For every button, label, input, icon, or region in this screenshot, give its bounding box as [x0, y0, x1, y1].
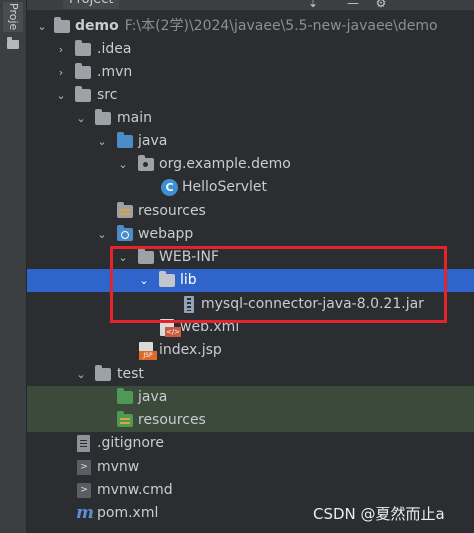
tree-item-label: WEB-INF [159, 249, 219, 265]
tree-item-label: webapp [138, 226, 194, 242]
chevron-right-icon[interactable]: › [54, 61, 68, 84]
tree-item-webinf[interactable]: ⌄ WEB-INF [27, 246, 474, 269]
tree-item-jar[interactable]: mysql-connector-java-8.0.21.jar [27, 293, 474, 316]
tree-item-resources[interactable]: resources [27, 200, 474, 223]
chevron-down-icon[interactable]: ⌄ [95, 223, 109, 246]
test-source-folder-icon [117, 388, 133, 404]
xml-file-icon [160, 319, 181, 337]
tree-item-gitignore[interactable]: .gitignore [27, 432, 474, 455]
chevron-down-icon[interactable]: ⌄ [74, 363, 88, 386]
tree-item-label: main [117, 110, 152, 126]
cmd-script-icon: > [77, 483, 91, 498]
tree-item-label: .gitignore [97, 435, 164, 451]
tree-item-label: org.example.demo [159, 156, 291, 172]
folder-icon [138, 248, 154, 264]
chevron-down-icon[interactable]: ⌄ [74, 107, 88, 130]
chevron-right-icon[interactable]: › [54, 38, 68, 61]
maven-icon: m [76, 503, 94, 523]
tree-item-label: .idea [97, 41, 132, 57]
tree-item-lib[interactable]: ⌄ lib [27, 269, 474, 292]
text-file-icon [77, 435, 90, 452]
project-folder-icon[interactable] [7, 37, 19, 49]
resources-folder-icon [117, 202, 133, 218]
tree-item-label: mysql-connector-java-8.0.21.jar [201, 296, 424, 312]
settings-gear-icon[interactable]: ⚙ [373, 0, 389, 9]
project-panel-header: Project ⇣ — ⚙ [27, 0, 474, 10]
jar-archive-icon [184, 296, 194, 313]
folder-icon [75, 86, 91, 102]
tree-item-webxml[interactable]: web.xml [27, 316, 474, 339]
tree-item-label: .mvn [97, 64, 133, 80]
chevron-down-icon[interactable]: ⌄ [95, 130, 109, 153]
tree-item-idea[interactable]: › .idea [27, 38, 474, 61]
tree-item-helloservlet[interactable]: C HelloServlet [27, 176, 474, 199]
tree-item-label: mvnw.cmd [97, 482, 173, 498]
tree-item-mvn[interactable]: › .mvn [27, 61, 474, 84]
project-tool-label: Proje [7, 3, 20, 31]
chevron-down-icon[interactable]: ⌄ [116, 153, 130, 176]
folder-icon [75, 63, 91, 79]
collapse-all-icon[interactable]: ⇣ [305, 0, 321, 9]
shell-script-icon: > [77, 460, 91, 475]
tree-item-java[interactable]: ⌄ java [27, 130, 474, 153]
tree-item-test[interactable]: ⌄ test [27, 363, 474, 386]
chevron-down-icon[interactable]: ⌄ [54, 84, 68, 107]
minus-icon[interactable]: — [345, 0, 361, 9]
chevron-down-icon[interactable]: ⌄ [116, 246, 130, 269]
tree-item-indexjsp[interactable]: index.jsp [27, 339, 474, 362]
project-tool-button[interactable]: Proje [3, 2, 23, 32]
java-class-icon: C [161, 179, 178, 196]
folder-icon [159, 271, 175, 287]
folder-icon [95, 109, 111, 125]
tree-item-mvnw[interactable]: > mvnw [27, 456, 474, 479]
watermark-text: CSDN @夏然而止a [313, 505, 445, 523]
module-path: F:\本(2学)\2024\javaee\5.5-new-javaee\demo [124, 18, 438, 34]
tree-item-label: web.xml [180, 319, 240, 335]
module-name: demo [75, 18, 119, 34]
test-resources-folder-icon [117, 411, 133, 427]
tree-item-main[interactable]: ⌄ main [27, 107, 474, 130]
tree-item-label: index.jsp [159, 342, 222, 358]
tree-item-package[interactable]: ⌄ org.example.demo [27, 153, 474, 176]
tree-item-label: pom.xml [97, 505, 159, 521]
tree-item-label: lib [180, 272, 197, 288]
project-tool-strip: Proje [0, 0, 27, 533]
tree-item-webapp[interactable]: ⌄ webapp [27, 223, 474, 246]
tree-item-label: java [138, 389, 168, 405]
tree-item-label: test [117, 366, 144, 382]
folder-icon [75, 40, 91, 56]
project-panel-title[interactable]: Project [63, 0, 120, 9]
tree-item-label: java [138, 133, 168, 149]
tree-item-label: mvnw [97, 459, 140, 475]
tree-item-test-resources[interactable]: resources [27, 409, 474, 432]
source-folder-icon [117, 132, 133, 148]
tree-item-mvnwcmd[interactable]: > mvnw.cmd [27, 479, 474, 502]
chevron-down-icon[interactable]: ⌄ [35, 15, 49, 38]
project-tree: ⌄ demo F:\本(2学)\2024\javaee\5.5-new-javae… [27, 10, 474, 533]
package-icon [138, 155, 154, 171]
tree-item-label: HelloServlet [182, 179, 268, 195]
tree-item-label: src [97, 87, 118, 103]
tree-item-label: resources [138, 412, 206, 428]
chevron-down-icon[interactable]: ⌄ [137, 269, 151, 292]
web-folder-icon [117, 225, 133, 241]
tree-item-demo[interactable]: ⌄ demo F:\本(2学)\2024\javaee\5.5-new-javae… [27, 15, 474, 38]
folder-icon [95, 365, 111, 381]
module-folder-icon [54, 17, 70, 33]
tree-item-src[interactable]: ⌄ src [27, 84, 474, 107]
tree-item-test-java[interactable]: java [27, 386, 474, 409]
tree-item-label: resources [138, 203, 206, 219]
jsp-file-icon [139, 342, 157, 360]
